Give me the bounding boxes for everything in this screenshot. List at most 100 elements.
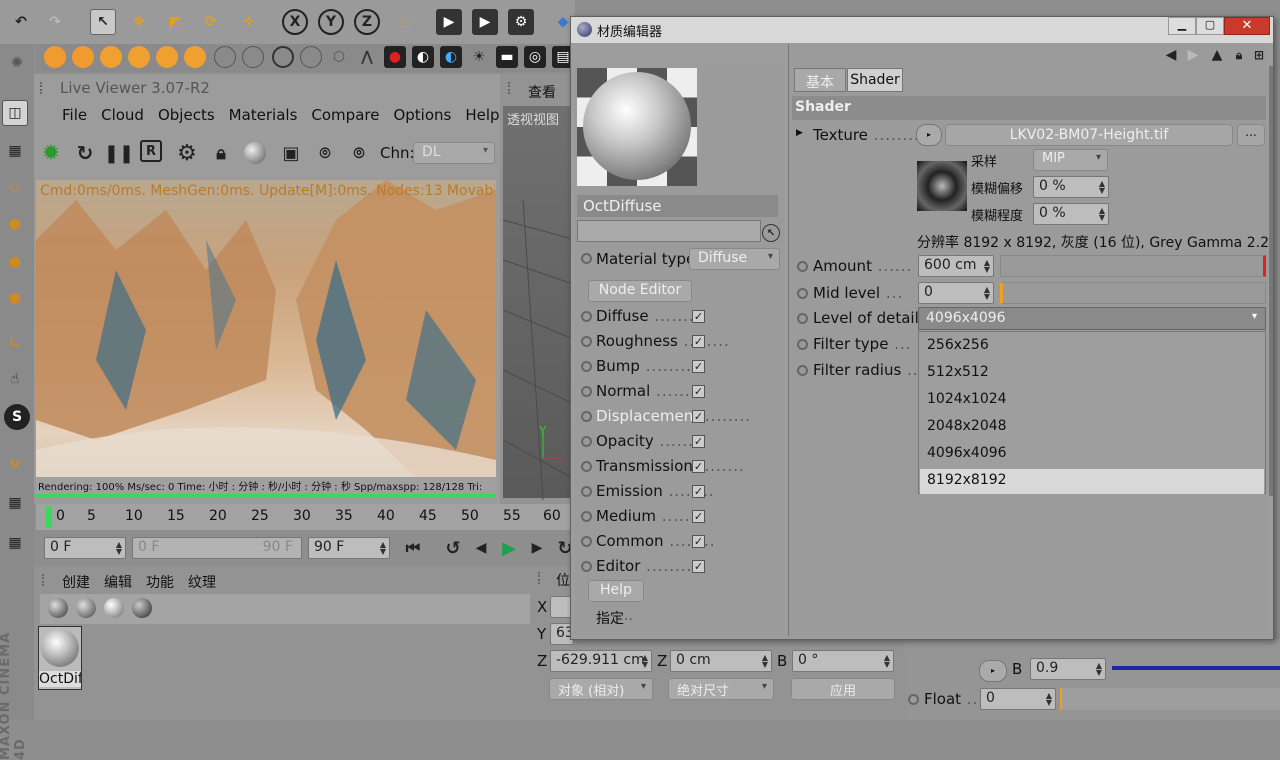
material-type-dropdown[interactable]: Diffuse ▾: [689, 248, 780, 270]
grid-settings-icon[interactable]: ▦: [2, 530, 28, 556]
menu-materials[interactable]: Materials: [229, 106, 298, 124]
current-frame-field[interactable]: 0 F ▲ ▼: [44, 537, 126, 559]
coord-z2-field[interactable]: 0 cm ▲ ▼: [670, 650, 772, 672]
lod-option-256x256[interactable]: 256x256: [920, 334, 1264, 359]
channel-bump-label[interactable]: Bump ........: [596, 357, 692, 375]
frame-icon[interactable]: ▣: [278, 140, 304, 166]
render-view-icon[interactable]: ▶: [436, 9, 462, 35]
material-type-radio[interactable]: [581, 253, 592, 264]
lock-icon[interactable]: 🔒︎: [208, 140, 234, 166]
float-field[interactable]: 0 ▲ ▼: [980, 688, 1056, 710]
object-mode-icon[interactable]: ◫: [2, 100, 28, 126]
assign-label[interactable]: 指定: [596, 608, 624, 628]
menu-cloud[interactable]: Cloud: [101, 106, 144, 124]
panel-grip[interactable]: [40, 82, 46, 94]
mm-menu-create[interactable]: 创建: [62, 572, 90, 592]
wire-sphere-icon-1[interactable]: [214, 46, 236, 68]
step-forward-icon[interactable]: ▶: [524, 535, 550, 561]
channel-roughness-radio[interactable]: [581, 336, 592, 347]
sphere-icon-1[interactable]: [44, 46, 66, 68]
settings-gear-icon[interactable]: ⚙: [174, 140, 200, 166]
coords-tab[interactable]: 位: [556, 570, 570, 590]
channel-displacement-radio[interactable]: [581, 411, 592, 422]
material-manager-grip[interactable]: [42, 574, 50, 586]
frame-range-slider[interactable]: 0 F 90 F: [132, 537, 302, 559]
add-tool-icon[interactable]: ✛: [236, 9, 262, 35]
move-tool-icon[interactable]: ✥: [126, 9, 152, 35]
channel-opacity-label[interactable]: Opacity ........: [596, 432, 706, 450]
sphere-icon-3[interactable]: [100, 46, 122, 68]
channel-opacity-radio[interactable]: [581, 436, 592, 447]
lock-attribute-icon[interactable]: 🔒︎: [1230, 44, 1248, 66]
viewport-grip[interactable]: [508, 82, 516, 94]
z-axis-icon[interactable]: Z: [354, 9, 380, 35]
step-back-icon[interactable]: ◀: [468, 535, 494, 561]
goto-start-icon[interactable]: ⏮: [400, 535, 426, 561]
help-button[interactable]: Help: [588, 580, 644, 602]
sphere-icon-6[interactable]: [184, 46, 206, 68]
white-rect-icon[interactable]: ▬: [496, 46, 518, 68]
maximize-button[interactable]: ▢: [1196, 17, 1224, 35]
coord-z-field[interactable]: -629.911 cm ▲ ▼: [550, 650, 652, 672]
wire-sphere-icon-3[interactable]: [300, 46, 322, 68]
channel-emission-checkbox[interactable]: ✓: [692, 485, 705, 498]
magnet-icon[interactable]: ∪: [2, 450, 28, 476]
lod-dropdown[interactable]: 4096x4096 ▾: [918, 307, 1266, 330]
channel-roughness-label[interactable]: Roughness ........: [596, 332, 730, 350]
region-render-icon[interactable]: R: [140, 140, 162, 162]
float-radio[interactable]: [908, 694, 919, 705]
channel-transmission-checkbox[interactable]: ✓: [692, 460, 705, 473]
texture-browse-button[interactable]: ...: [1237, 124, 1265, 146]
tripod-icon[interactable]: ⋀: [356, 46, 378, 68]
size-mode-dropdown[interactable]: 绝对尺寸 ▾: [668, 678, 774, 700]
minimize-button[interactable]: ▁: [1168, 17, 1196, 35]
texture-file-button[interactable]: LKV02-BM07-Height.tif: [945, 124, 1233, 146]
filter-type-radio[interactable]: [797, 339, 808, 350]
channel-editor-checkbox[interactable]: ✓: [692, 560, 705, 573]
amount-field[interactable]: 600 cm ▲ ▼: [918, 255, 994, 277]
play-icon[interactable]: ▶: [496, 535, 522, 561]
focus-pin-icon[interactable]: ⌾: [312, 140, 338, 166]
filter-radius-radio[interactable]: [797, 365, 808, 376]
scale-tool-icon[interactable]: ◩: [162, 9, 188, 35]
contrast-icon-2[interactable]: ◐: [440, 46, 462, 68]
material-pin-icon[interactable]: ⌾: [346, 140, 372, 166]
channel-diffuse-checkbox[interactable]: ✓: [692, 310, 705, 323]
channel-opacity-checkbox[interactable]: ✓: [692, 435, 705, 448]
texture-arrow-button[interactable]: ▸: [916, 124, 942, 146]
channel-emission-radio[interactable]: [581, 486, 592, 497]
channel-medium-radio[interactable]: [581, 511, 592, 522]
channel-displacement-label[interactable]: Displacement ........: [596, 407, 751, 425]
end-frame-field[interactable]: 90 F ▲ ▼: [308, 537, 390, 559]
axis-icon[interactable]: ∟: [2, 330, 28, 356]
texture-mode-icon[interactable]: ▦: [2, 138, 28, 164]
sun-icon[interactable]: ☀: [468, 46, 490, 68]
nav-up-icon[interactable]: ▲: [1206, 44, 1228, 66]
coordinate-system-icon[interactable]: ⬚: [392, 9, 418, 35]
redo-icon[interactable]: ↷: [42, 9, 68, 35]
menu-options[interactable]: Options: [393, 106, 451, 124]
contrast-icon-1[interactable]: ◐: [412, 46, 434, 68]
sphere-icon-5[interactable]: [156, 46, 178, 68]
new-panel-icon[interactable]: ⊞: [1250, 44, 1268, 66]
blur-offset-field[interactable]: 0 % ▲ ▼: [1033, 176, 1109, 198]
target-icon[interactable]: ◎: [524, 46, 546, 68]
material-name-field[interactable]: OctDiffuse: [577, 195, 778, 217]
viewport-tab[interactable]: 查看: [528, 82, 556, 102]
menu-objects[interactable]: Objects: [158, 106, 215, 124]
amount-radio[interactable]: [797, 261, 808, 272]
float-slider[interactable]: [1060, 688, 1280, 710]
pause-icon[interactable]: ❚❚: [104, 140, 134, 166]
tweak-icon[interactable]: ☝: [2, 366, 28, 392]
tab-basic[interactable]: 基本: [794, 68, 846, 92]
menu-help[interactable]: Help: [465, 106, 499, 124]
wire-sphere-icon-2[interactable]: [242, 46, 264, 68]
model-mode-icon[interactable]: ✺: [4, 50, 30, 76]
material-ball-icon[interactable]: [244, 142, 266, 164]
rotate-tool-icon[interactable]: ⟳: [198, 9, 224, 35]
midlevel-field[interactable]: 0 ▲ ▼: [918, 282, 994, 304]
y-axis-icon[interactable]: Y: [318, 9, 344, 35]
mm-menu-edit[interactable]: 编辑: [104, 572, 132, 592]
channel-diffuse-label[interactable]: Diffuse ........: [596, 307, 701, 325]
texture-expand-arrow[interactable]: ▶: [796, 128, 803, 138]
